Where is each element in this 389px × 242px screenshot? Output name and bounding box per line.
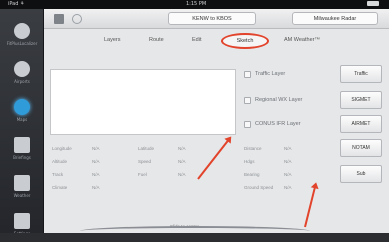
sidebar-label: FitPlusLocalizer	[6, 41, 38, 46]
cloud-icon	[14, 175, 30, 191]
stat-value: N/A	[284, 172, 292, 177]
battery-icon	[367, 1, 379, 6]
stat-distance: Distance N/A	[244, 146, 292, 154]
stat-value: N/A	[284, 185, 292, 190]
sidebar-item-airports[interactable]: Airports	[2, 55, 42, 93]
stat-label: Distance	[244, 146, 262, 151]
clock: 1:15 PM	[186, 1, 207, 7]
sidebar-item-maps[interactable]: Maps	[2, 93, 42, 131]
layer-traffic[interactable]: Traffic Layer	[244, 69, 332, 83]
document-icon	[14, 137, 30, 153]
compass-icon	[14, 61, 30, 77]
carrier-label: iPad ⚘	[8, 1, 25, 7]
stat-value: N/A	[284, 146, 292, 151]
tab-edit[interactable]: Edit	[192, 37, 201, 43]
stat-climate: Climate N/A	[52, 185, 100, 193]
stat-value: N/A	[178, 172, 186, 177]
stat-label: Ground Speed	[244, 185, 274, 190]
stat-value: N/A	[92, 159, 100, 164]
checkbox-icon[interactable]	[244, 97, 251, 104]
tab-route[interactable]: Route	[149, 37, 164, 43]
stat-value: N/A	[178, 146, 186, 151]
stat-label: Latitude	[138, 146, 155, 151]
stat-longitude: Longitude N/A	[52, 146, 100, 154]
nav-tabs: Layers Route Edit Sketch AM Weather™	[44, 30, 389, 52]
stat-label: Longitude	[52, 146, 72, 151]
stat-track: Track N/A	[52, 172, 100, 180]
globe-icon	[14, 99, 30, 115]
sidebar-label: Briefings	[13, 155, 31, 160]
sidebar-item-fitplus[interactable]: FitPlusLocalizer	[2, 17, 42, 55]
stat-bearing: Bearing N/A	[244, 172, 292, 180]
stat-label: Fuel	[138, 172, 147, 177]
sidebar-label: Airports	[14, 79, 30, 84]
layer-label: Traffic Layer	[255, 71, 286, 77]
tab-sketch[interactable]: Sketch	[221, 33, 269, 49]
route-field[interactable]: KENW to KBOS	[168, 12, 256, 25]
sidebar-label: Maps	[16, 117, 28, 122]
sub-button[interactable]: Sub	[340, 165, 382, 183]
notam-button[interactable]: NOTAM	[340, 139, 382, 157]
layer-label: CONUS IFR Layer	[255, 121, 301, 127]
radar-field[interactable]: Milwaukee Radar	[292, 12, 378, 25]
stat-latitude: Latitude N/A	[138, 146, 186, 154]
sidebar-label: Weather	[13, 193, 31, 198]
settings-icon	[14, 213, 30, 229]
refresh-icon[interactable]	[72, 14, 82, 24]
stat-value: N/A	[178, 159, 186, 164]
sidebar-item-weather[interactable]: Weather	[2, 169, 42, 207]
stat-value: N/A	[284, 159, 292, 164]
sigmet-button[interactable]: SIGMET	[340, 91, 382, 109]
tab-layers[interactable]: Layers	[104, 37, 121, 43]
stat-label: Bearing	[244, 172, 260, 177]
stat-ground-speed: Ground Speed N/A	[244, 185, 292, 193]
stat-label: Hdgs	[244, 159, 255, 164]
stat-label: Climate	[52, 185, 68, 190]
print-icon[interactable]	[54, 14, 64, 24]
sidebar-item-briefings[interactable]: Briefings	[2, 131, 42, 169]
stat-label: Speed	[138, 159, 152, 164]
bottom-bar	[0, 233, 389, 242]
layer-conus-ifr[interactable]: CONUS IFR Layer	[244, 119, 332, 133]
stat-value: N/A	[92, 146, 100, 151]
stat-speed: Speed N/A	[138, 159, 186, 167]
layer-regional-wx[interactable]: Regional WX Layer	[244, 95, 332, 109]
main-panel: KENW to KBOS Milwaukee Radar Layers Rout…	[44, 9, 389, 233]
stat-value: N/A	[92, 185, 100, 190]
stat-fuel: Fuel N/A	[138, 172, 186, 180]
tab-weather[interactable]: AM Weather™	[284, 37, 320, 43]
stat-label: Altitude	[52, 159, 68, 164]
stat-altitude: Altitude N/A	[52, 159, 100, 167]
gear-icon	[14, 23, 30, 39]
airmet-button[interactable]: AIRMET	[340, 115, 382, 133]
checkbox-icon[interactable]	[244, 121, 251, 128]
stat-label: Track	[52, 172, 64, 177]
traffic-button[interactable]: Traffic	[340, 65, 382, 83]
top-bar: KENW to KBOS Milwaukee Radar	[44, 9, 389, 29]
stat-hdgs: Hdgs N/A	[244, 159, 292, 167]
sidebar: FitPlusLocalizer Airports Maps Briefings…	[0, 9, 44, 242]
layer-label: Regional WX Layer	[255, 97, 303, 103]
map-preview[interactable]	[50, 69, 236, 135]
status-bar: iPad ⚘ 1:15 PM	[0, 0, 389, 9]
stat-value: N/A	[92, 172, 100, 177]
checkbox-icon[interactable]	[244, 71, 251, 78]
